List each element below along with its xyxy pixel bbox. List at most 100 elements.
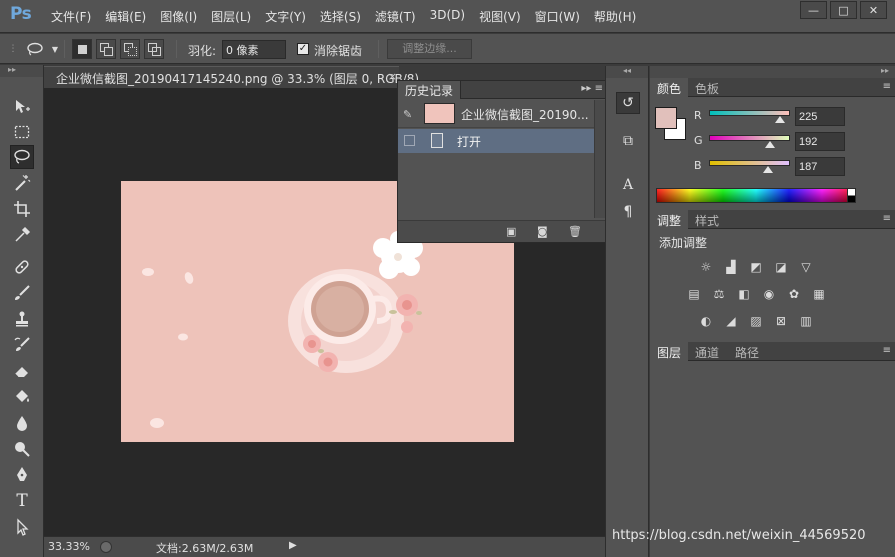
- minimize-button[interactable]: —: [800, 1, 827, 19]
- selective-color-icon[interactable]: ⊠: [772, 314, 790, 328]
- color-balance-icon[interactable]: ⚖: [710, 287, 728, 301]
- type-icon[interactable]: T: [10, 489, 34, 513]
- maximize-button[interactable]: □: [830, 1, 857, 19]
- history-panel: 历史记录 ▸▸ ≡ ✎ 企业微信截图_20190... 打开 ▣ ◙ 🗑: [397, 80, 608, 243]
- intersect-selection-button[interactable]: [144, 39, 164, 59]
- tab-history[interactable]: 历史记录: [398, 81, 462, 99]
- threshold-icon[interactable]: ▨: [747, 314, 765, 328]
- menu-image[interactable]: 图像(I): [153, 8, 204, 25]
- black-white-swatch[interactable]: [847, 188, 856, 203]
- stamp-icon[interactable]: [10, 307, 34, 331]
- magic-wand-icon[interactable]: [10, 171, 34, 195]
- tab-paths[interactable]: 路径: [728, 342, 766, 361]
- crop-icon[interactable]: [10, 197, 34, 221]
- menu-edit[interactable]: 编辑(E): [98, 8, 153, 25]
- brightness-icon[interactable]: ☼: [697, 260, 715, 274]
- history-brush-icon[interactable]: [10, 333, 34, 357]
- separator: [378, 40, 379, 58]
- zoom-level[interactable]: 33.33%: [48, 540, 90, 553]
- invert-icon[interactable]: ◐: [697, 314, 715, 328]
- panel-collapse-icon[interactable]: ▸▸: [0, 65, 43, 77]
- menu-select[interactable]: 选择(S): [313, 8, 368, 25]
- foreground-color-swatch[interactable]: [655, 107, 677, 129]
- 3d-panel-icon[interactable]: ⧉: [616, 130, 640, 152]
- panels-collapse-icon[interactable]: ▸▸: [650, 66, 895, 78]
- healing-brush-icon[interactable]: [10, 255, 34, 279]
- path-select-icon[interactable]: [10, 515, 34, 539]
- tab-swatches[interactable]: 色板: [688, 78, 726, 97]
- close-button[interactable]: ✕: [860, 1, 887, 19]
- menu-help[interactable]: 帮助(H): [587, 8, 643, 25]
- dodge-icon[interactable]: [10, 437, 34, 461]
- green-slider[interactable]: [709, 135, 790, 141]
- paragraph-panel-icon[interactable]: ¶: [616, 201, 640, 223]
- feather-input[interactable]: [222, 40, 286, 59]
- tab-channels[interactable]: 通道: [688, 342, 726, 361]
- black-white-icon[interactable]: ◧: [735, 287, 753, 301]
- lasso-icon[interactable]: [10, 145, 34, 169]
- blue-slider-thumb[interactable]: [763, 166, 774, 173]
- menu-3d[interactable]: 3D(D): [423, 8, 472, 25]
- green-value-input[interactable]: [795, 132, 845, 151]
- pen-icon[interactable]: [10, 463, 34, 487]
- character-panel-icon[interactable]: A: [616, 174, 640, 196]
- preset-dropdown-icon[interactable]: ▼: [50, 40, 60, 58]
- menu-filter[interactable]: 滤镜(T): [368, 8, 423, 25]
- color-spectrum-bar[interactable]: [656, 188, 856, 203]
- blue-value-input[interactable]: [795, 157, 845, 176]
- panel-menu-icon[interactable]: ≡: [883, 345, 891, 356]
- marquee-icon[interactable]: [10, 120, 34, 144]
- menu-view[interactable]: 视图(V): [472, 8, 528, 25]
- red-value-input[interactable]: [795, 107, 845, 126]
- menu-file[interactable]: 文件(F): [44, 8, 98, 25]
- new-document-from-state-icon[interactable]: ▣: [506, 225, 516, 238]
- menu-window[interactable]: 窗口(W): [528, 8, 587, 25]
- tab-styles[interactable]: 样式: [688, 210, 726, 229]
- trash-icon[interactable]: 🗑: [568, 225, 582, 238]
- add-selection-button[interactable]: [96, 39, 116, 59]
- history-panel-icon[interactable]: ↺: [616, 92, 640, 114]
- tab-color[interactable]: 颜色: [650, 78, 689, 97]
- curves-icon[interactable]: ◩: [747, 260, 765, 274]
- move-icon[interactable]: [10, 95, 34, 119]
- dock-collapse-icon[interactable]: ◂◂: [606, 66, 648, 78]
- exposure-icon[interactable]: ◪: [772, 260, 790, 274]
- new-selection-button[interactable]: [72, 39, 92, 59]
- history-brush-source-icon[interactable]: ✎: [403, 108, 412, 121]
- eraser-icon[interactable]: [10, 359, 34, 383]
- antialias-checkbox[interactable]: ✓: [297, 43, 309, 55]
- refine-edge-button[interactable]: 调整边缘...: [387, 39, 472, 59]
- document-tab[interactable]: 企业微信截图_20190417145240.png @ 33.3% (图层 0,…: [44, 66, 419, 88]
- brush-icon[interactable]: [10, 281, 34, 305]
- camera-icon[interactable]: ◙: [537, 225, 548, 238]
- menu-layer[interactable]: 图层(L): [204, 8, 258, 25]
- red-slider-thumb[interactable]: [775, 116, 786, 123]
- tab-layers[interactable]: 图层: [650, 342, 689, 361]
- photo-filter-icon[interactable]: ◉: [760, 287, 778, 301]
- panel-menu-icon[interactable]: ≡: [883, 81, 891, 92]
- tab-close-icon[interactable]: ×: [388, 70, 397, 83]
- tab-adjustments[interactable]: 调整: [650, 210, 689, 229]
- vibrance-icon[interactable]: ▽: [797, 260, 815, 274]
- channel-mixer-icon[interactable]: ✿: [785, 287, 803, 301]
- status-menu-arrow-icon[interactable]: ▶: [289, 540, 297, 551]
- tool-preset-lasso-icon[interactable]: [24, 40, 46, 58]
- blue-slider[interactable]: [709, 160, 790, 166]
- levels-icon[interactable]: ▟: [722, 260, 740, 274]
- panel-menu-icon[interactable]: ≡: [883, 213, 891, 224]
- menu-type[interactable]: 文字(Y): [258, 8, 313, 25]
- gradient-map-icon[interactable]: ▥: [797, 314, 815, 328]
- status-info-icon[interactable]: [100, 541, 112, 553]
- blur-icon[interactable]: [10, 411, 34, 435]
- eyedropper-icon[interactable]: [10, 223, 34, 247]
- color-lookup-icon[interactable]: ▦: [810, 287, 828, 301]
- green-slider-thumb[interactable]: [764, 141, 775, 148]
- subtract-selection-button[interactable]: [120, 39, 140, 59]
- paint-bucket-icon[interactable]: [10, 385, 34, 409]
- hue-saturation-icon[interactable]: ▤: [685, 287, 703, 301]
- posterize-icon[interactable]: ◢: [722, 314, 740, 328]
- panel-menu-icon[interactable]: ▸▸ ≡: [581, 83, 603, 94]
- history-step-open[interactable]: 打开: [398, 129, 594, 153]
- history-snapshot[interactable]: ✎ 企业微信截图_20190...: [398, 100, 594, 128]
- history-source-checkbox[interactable]: [404, 135, 415, 146]
